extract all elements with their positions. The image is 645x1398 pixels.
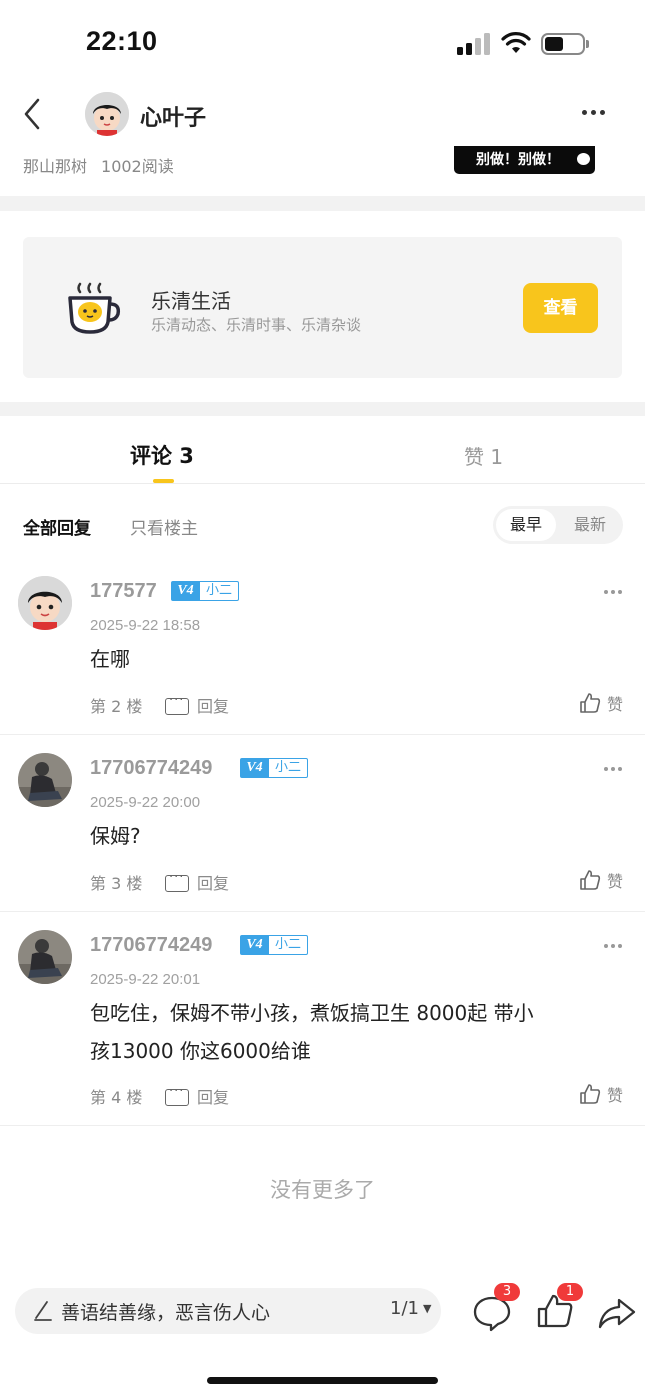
post-meta: 那山那树 1002阅读 xyxy=(23,153,188,177)
sort-latest[interactable]: 最新 xyxy=(563,509,617,541)
circle-title: 乐清生活 xyxy=(151,289,231,313)
back-icon[interactable] xyxy=(18,96,48,132)
commenter-name[interactable]: 17706774249 xyxy=(90,757,212,780)
pen-icon xyxy=(34,1301,52,1321)
section-divider xyxy=(0,402,645,416)
wifi-icon xyxy=(501,32,531,53)
floor-number: 第 2 楼 xyxy=(90,697,143,716)
comment-more-icon[interactable] xyxy=(604,767,624,773)
like-label: 赞 xyxy=(607,695,624,714)
comment-text: 包吃住，保姆不带小孩，煮饭搞卫生 8000起 带小 孩13000 你这6000给… xyxy=(90,994,610,1070)
circle-name[interactable]: 那山那树 xyxy=(23,157,87,176)
status-time: 22:10 xyxy=(86,26,158,56)
comment-time: 2025-9-22 20:00 xyxy=(90,794,201,811)
author-avatar[interactable] xyxy=(85,92,129,136)
floating-banner[interactable]: 别做！别做！ xyxy=(454,146,595,174)
reply-label: 回复 xyxy=(197,874,230,893)
like-button[interactable]: 赞 xyxy=(579,1082,623,1106)
circle-description: 乐清动态、乐清时事、乐清杂谈 xyxy=(151,316,362,334)
tab-likes[interactable]: 赞 1 xyxy=(464,441,503,470)
filter-op-only[interactable]: 只看楼主 xyxy=(130,514,198,539)
thumbs-up-icon xyxy=(580,693,601,713)
like-label: 赞 xyxy=(607,872,624,891)
commenter-name[interactable]: 17706774249 xyxy=(90,934,212,957)
level-badge: V4 xyxy=(240,758,269,778)
comment-text-line: 孩13000 你这6000给谁 xyxy=(90,1039,311,1063)
reply-label: 回复 xyxy=(197,697,230,716)
section-divider xyxy=(0,196,645,211)
thumbs-up-icon xyxy=(580,1084,601,1104)
like-button[interactable]: 赞 xyxy=(579,691,623,715)
filter-all-replies[interactable]: 全部回复 xyxy=(23,514,91,539)
like-button[interactable]: 赞 xyxy=(579,868,623,892)
coffee-cup-icon xyxy=(68,282,121,334)
home-indicator xyxy=(207,1377,438,1384)
comment-text-line: 包吃住，保姆不带小孩，煮饭搞卫生 8000起 带小 xyxy=(90,1001,534,1025)
reply-button[interactable]: 回复 xyxy=(165,870,229,894)
level-badge: V4 xyxy=(171,581,200,601)
reply-button[interactable]: 回复 xyxy=(165,693,229,717)
thumbs-up-icon xyxy=(580,870,601,890)
comment-item: 17706774249 V4 小二 2025-9-22 20:01 包吃住，保姆… xyxy=(0,914,645,1126)
reply-label: 回复 xyxy=(197,1088,230,1107)
comment-more-icon[interactable] xyxy=(604,944,624,950)
like-count-badge: 1 xyxy=(557,1283,583,1301)
view-circle-button[interactable]: 查看 xyxy=(523,283,598,333)
more-options-icon[interactable] xyxy=(580,110,608,118)
banner-text: 别做！别做！ xyxy=(476,152,560,168)
floor-number: 第 3 楼 xyxy=(90,874,143,893)
comment-time: 2025-9-22 18:58 xyxy=(90,617,201,634)
tab-divider xyxy=(0,483,645,484)
comment-divider xyxy=(0,1125,645,1126)
commenter-avatar[interactable] xyxy=(18,576,72,630)
comment-text: 保姆? xyxy=(90,824,141,848)
role-badge: 小二 xyxy=(199,581,240,601)
sort-earliest[interactable]: 最早 xyxy=(496,509,556,541)
tab-comments[interactable]: 评论 3 xyxy=(130,440,194,470)
reply-icon xyxy=(165,693,189,715)
comment-input-placeholder[interactable]: 善语结善缘，恶言伤人心 xyxy=(61,1298,270,1325)
page-indicator-label: 1/1 xyxy=(390,1298,419,1319)
role-badge: 小二 xyxy=(268,758,309,778)
like-label: 赞 xyxy=(607,1086,624,1105)
reply-icon xyxy=(165,870,189,892)
commenter-avatar[interactable] xyxy=(18,753,72,807)
caret-down-icon: ▼ xyxy=(422,1302,432,1315)
level-badge: V4 xyxy=(240,935,269,955)
comment-more-icon[interactable] xyxy=(604,590,624,596)
commenter-name[interactable]: 177577 xyxy=(90,580,157,603)
page-indicator[interactable]: 1/1 ▼ xyxy=(390,1298,431,1319)
author-name[interactable]: 心叶子 xyxy=(140,100,206,132)
battery-icon xyxy=(541,33,589,55)
reply-button[interactable]: 回复 xyxy=(165,1084,229,1108)
comment-divider xyxy=(0,911,645,912)
read-count: 1002阅读 xyxy=(101,157,174,176)
comment-time: 2025-9-22 20:01 xyxy=(90,971,201,988)
comment-item: 17706774249 V4 小二 2025-9-22 20:00 保姆? 第 … xyxy=(0,737,645,912)
cellular-signal-icon xyxy=(457,33,491,55)
share-icon[interactable] xyxy=(597,1294,637,1332)
comment-count-badge: 3 xyxy=(494,1283,520,1301)
reply-icon xyxy=(165,1084,189,1106)
floor-number: 第 4 楼 xyxy=(90,1088,143,1107)
comment-divider xyxy=(0,734,645,735)
chat-bubble-icon xyxy=(577,153,590,165)
comment-text: 在哪 xyxy=(90,647,130,671)
commenter-avatar[interactable] xyxy=(18,930,72,984)
role-badge: 小二 xyxy=(268,935,309,955)
comment-item: 177577 V4 小二 2025-9-22 18:58 在哪 第 2 楼 回复… xyxy=(0,560,645,735)
no-more-label: 没有更多了 xyxy=(270,1178,375,1202)
